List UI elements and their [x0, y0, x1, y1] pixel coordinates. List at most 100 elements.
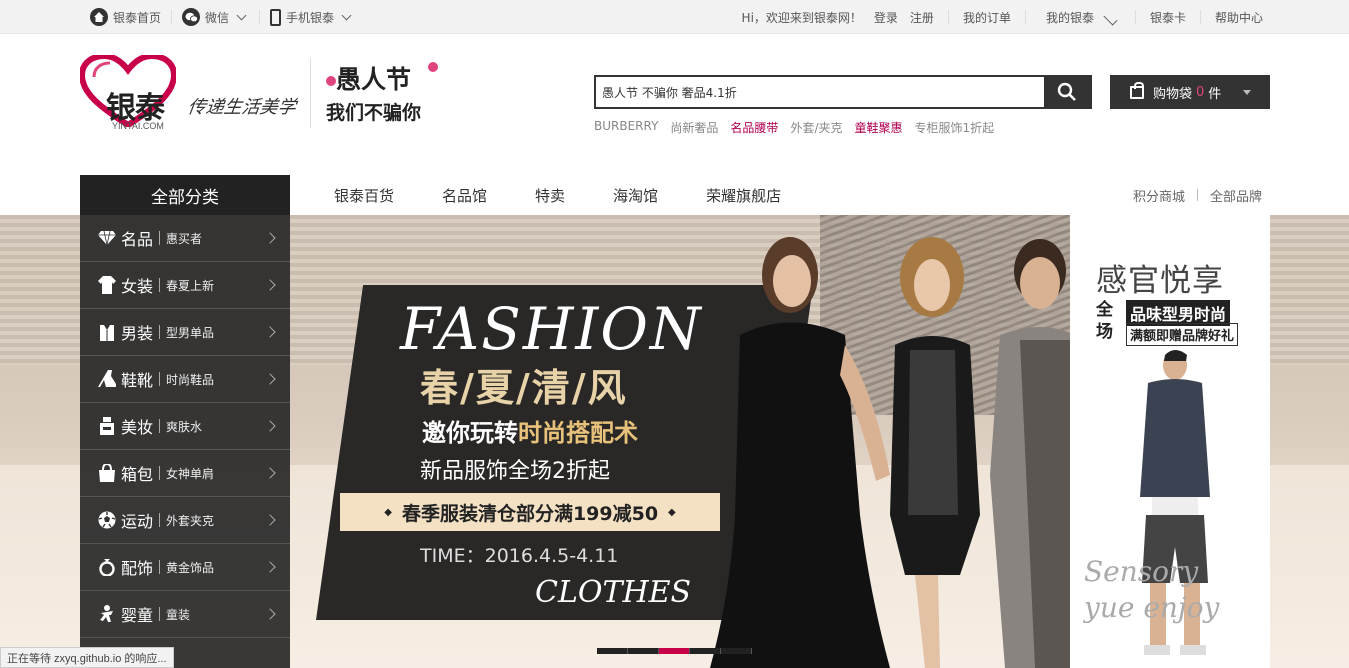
hotword-link[interactable]: 童鞋聚惠: [854, 119, 902, 136]
wechat-menu[interactable]: 微信: [172, 8, 261, 26]
category-item-beauty[interactable]: 美妆 爽肤水: [80, 403, 290, 450]
ad-title: 感官悦享: [1096, 263, 1224, 299]
side-promo-ad[interactable]: 感官悦享 全场 品味型男时尚 满额即赠品牌好礼 Sensory yue enjo…: [1070, 215, 1270, 668]
chevron-right-icon: [264, 467, 276, 479]
divider: [159, 513, 161, 527]
carousel-dot[interactable]: [721, 648, 752, 654]
carousel-dot[interactable]: [628, 648, 659, 654]
nav-item-department-store[interactable]: 银泰百货: [334, 185, 394, 206]
home-link[interactable]: 银泰首页: [80, 8, 173, 26]
category-item-womens[interactable]: 女装 春夏上新: [80, 262, 290, 309]
category-item-kids[interactable]: 婴童 童装: [80, 591, 290, 638]
ad-script-line-2: yue enjoy: [1084, 591, 1220, 624]
hotword-link[interactable]: 尚新奢品: [670, 119, 718, 136]
tagline-part: 邀你玩转: [422, 419, 518, 447]
my-yintai-label: 我的银泰: [1045, 10, 1094, 25]
all-categories-tab[interactable]: 全部分类: [80, 175, 290, 215]
dot-decoration: [326, 76, 336, 86]
chevron-right-icon: [264, 608, 276, 620]
divider: [159, 278, 161, 292]
my-yintai-menu[interactable]: 我的银泰: [1034, 9, 1127, 26]
cart-button[interactable]: 购物袋 0 件: [1110, 75, 1270, 109]
help-center-link[interactable]: 帮助中心: [1209, 9, 1269, 26]
nav-item-brand-hall[interactable]: 名品馆: [442, 185, 487, 206]
chevron-right-icon: [264, 420, 276, 432]
diamond-icon: [96, 227, 118, 249]
main-nav: 全部分类 银泰百货 名品馆 特卖 海淘馆 荣耀旗舰店 积分商城 全部品牌: [0, 175, 1349, 215]
carousel-dot[interactable]: [597, 648, 628, 654]
category-item-luxury[interactable]: 名品 惠买者: [80, 215, 290, 262]
category-item-sports[interactable]: 运动 外套夹克: [80, 497, 290, 544]
search-button[interactable]: [1044, 77, 1090, 107]
divider: [1134, 10, 1136, 24]
shopping-bag-icon: [1130, 81, 1144, 99]
chevron-right-icon: [264, 232, 276, 244]
divider: [159, 231, 161, 245]
nav-item-flash-sale[interactable]: 特卖: [535, 185, 565, 206]
mobile-label: 手机银泰: [286, 10, 335, 25]
category-label: 名品: [121, 230, 154, 249]
chevron-right-icon: [264, 561, 276, 573]
yintai-card-link[interactable]: 银泰卡: [1144, 9, 1192, 26]
category-sub: 时尚鞋品: [166, 372, 215, 387]
wechat-icon: [182, 8, 201, 26]
search-input[interactable]: [596, 77, 1046, 107]
divider: [159, 372, 161, 386]
carousel-indicators: [597, 648, 752, 654]
ring-icon: [96, 556, 118, 578]
wechat-label: 微信: [205, 10, 230, 25]
register-link[interactable]: 注册: [904, 9, 940, 26]
category-item-accessories[interactable]: 配饰 黄金饰品: [80, 544, 290, 591]
nav-item-honor-store[interactable]: 荣耀旗舰店: [706, 185, 781, 206]
home-label: 银泰首页: [113, 10, 162, 25]
nav-item-overseas[interactable]: 海淘馆: [613, 185, 658, 206]
cart-label: 购物袋: [1153, 86, 1193, 102]
site-logo[interactable]: 银泰 YINTAI.COM 传递生活美学: [80, 55, 300, 135]
mobile-menu[interactable]: 手机银泰: [260, 8, 364, 26]
caret-down-icon: [1243, 89, 1252, 95]
diamond-bullet-icon: ◆: [384, 506, 392, 518]
chevron-right-icon: [264, 514, 276, 526]
divider: [159, 607, 161, 621]
shirt-icon: [96, 321, 118, 343]
category-item-shoes[interactable]: 鞋靴 时尚鞋品: [80, 356, 290, 403]
category-sub: 黄金饰品: [166, 560, 215, 575]
category-item-mens[interactable]: 男装 型男单品: [80, 309, 290, 356]
login-link[interactable]: 登录: [868, 9, 904, 26]
divider: [947, 10, 949, 24]
cart-unit: 件: [1208, 86, 1222, 102]
hotword-link[interactable]: 外套/夹克: [790, 119, 842, 136]
ad-box-gift: 满额即赠品牌好礼: [1126, 323, 1239, 346]
chevron-right-icon: [264, 279, 276, 291]
banner-tagline: 邀你玩转时尚搭配术: [422, 413, 638, 448]
chevron-right-icon: [264, 373, 276, 385]
discount-text: 春季服装清仓部分满199减50: [401, 502, 659, 525]
carousel-dot-active[interactable]: [659, 648, 690, 654]
category-sub: 外套夹克: [166, 513, 215, 528]
bag-icon: [96, 462, 118, 484]
category-item-bags[interactable]: 箱包 女神单肩: [80, 450, 290, 497]
hotword-link[interactable]: 专柜服饰1折起: [915, 119, 995, 136]
category-label: 女装: [121, 277, 154, 296]
cart-count: 0: [1196, 84, 1205, 100]
april-fools-promo[interactable]: 愚人节 我们不骗你: [326, 60, 438, 125]
ball-icon: [96, 509, 118, 531]
category-label: 美妆: [121, 418, 154, 437]
carousel-dot[interactable]: [690, 648, 721, 654]
points-mall-link[interactable]: 积分商城: [1133, 186, 1185, 205]
category-sub: 女神单肩: [166, 466, 215, 481]
home-icon: [90, 8, 108, 26]
category-sub: 春夏上新: [166, 278, 215, 293]
all-brands-link[interactable]: 全部品牌: [1210, 186, 1262, 205]
ad-prefix: 全场: [1096, 300, 1113, 342]
phone-icon: [270, 8, 282, 26]
category-label: 配饰: [121, 559, 154, 578]
hotword-link[interactable]: 名品腰带: [730, 119, 778, 136]
category-label: 鞋靴: [121, 371, 154, 390]
hotword-link[interactable]: BURBERRY: [594, 119, 658, 136]
promo-title: 愚人节: [336, 65, 412, 94]
divider: [159, 560, 161, 574]
my-orders-link[interactable]: 我的订单: [957, 9, 1017, 26]
banner-time: TIME：2016.4.5-4.11: [420, 545, 619, 567]
divider: [159, 419, 161, 433]
